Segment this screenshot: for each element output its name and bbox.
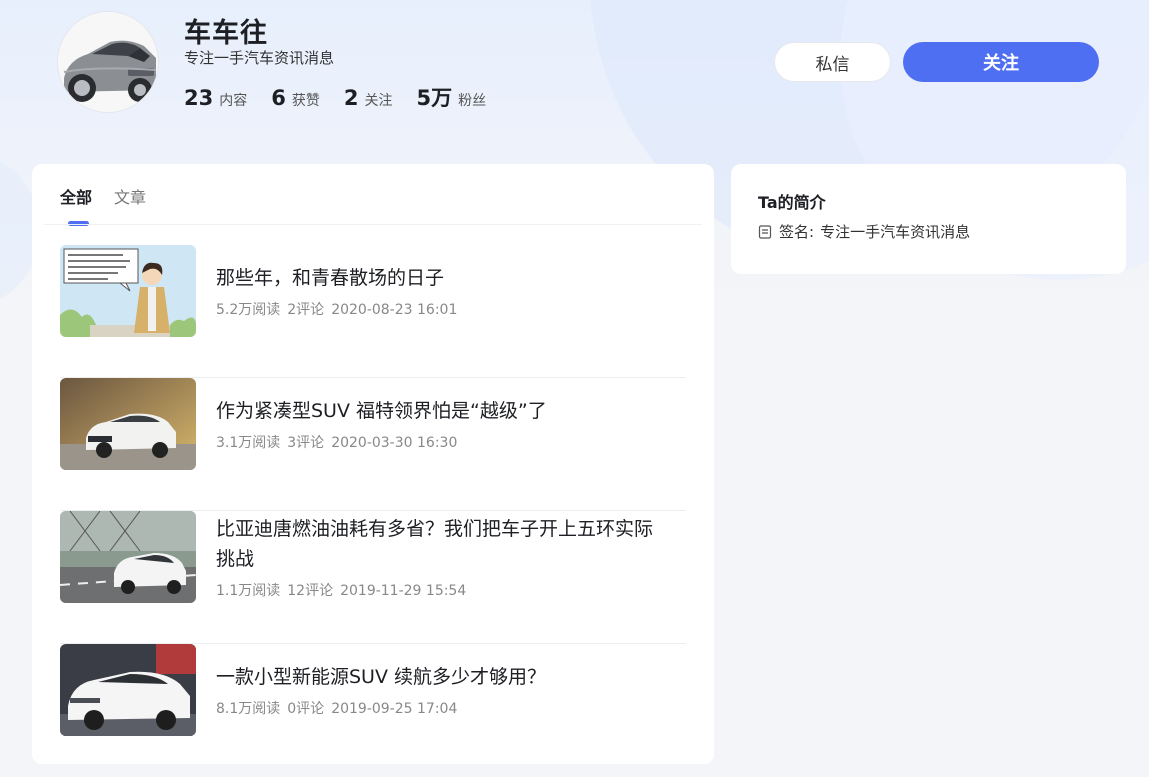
- article-reads: 8.1万阅读: [216, 701, 281, 717]
- article-title[interactable]: 比亚迪唐燃油油耗有多省？我们把车子开上五环实际挑战: [216, 514, 656, 574]
- article-title[interactable]: 作为紧凑型SUV 福特领界怕是“越级”了: [216, 396, 656, 426]
- article-comments: 12评论: [287, 583, 334, 599]
- article-comments: 3评论: [287, 435, 325, 451]
- stat-number: 6: [271, 86, 286, 110]
- profile-slogan: 专注一手汽车资讯消息: [184, 49, 335, 67]
- article-comments: 2评论: [287, 302, 325, 318]
- article-list: 那些年，和青春散场的日子 5.2万阅读 2评论 2020-08-23 16:01: [60, 245, 686, 777]
- article-body: 比亚迪唐燃油油耗有多省？我们把车子开上五环实际挑战 1.1万阅读 12评论 2019…: [216, 511, 656, 603]
- follow-button[interactable]: 关注: [903, 42, 1099, 82]
- article-meta: 1.1万阅读 12评论 2019-11-29 15:54: [216, 580, 656, 600]
- stat-content[interactable]: 23 内容: [184, 86, 247, 110]
- article-date: 2019-09-25 17:04: [331, 701, 458, 717]
- stat-following[interactable]: 2 关注: [344, 86, 393, 110]
- tab-label: 文章: [114, 188, 147, 207]
- ev-suv-thumbnail[interactable]: [60, 644, 196, 736]
- article-item[interactable]: 那些年，和青春散场的日子 5.2万阅读 2评论 2020-08-23 16:01: [60, 245, 686, 378]
- article-item[interactable]: 作为紧凑型SUV 福特领界怕是“越级”了 3.1万阅读 3评论 2020-03-30…: [60, 378, 686, 511]
- article-item[interactable]: 一款小型新能源SUV 续航多少才够用？ 8.1万阅读 0评论 2019-09-25 …: [60, 644, 686, 777]
- car-avatar-image: [58, 12, 158, 112]
- stat-number: 2: [343, 86, 359, 110]
- article-item[interactable]: 比亚迪唐燃油油耗有多省？我们把车子开上五环实际挑战 1.1万阅读 12评论 2019…: [60, 511, 686, 644]
- stat-label: 内容: [219, 93, 248, 109]
- content-tabs: 全部 文章: [60, 184, 168, 226]
- tab-label: 全部: [60, 188, 93, 207]
- stat-label: 获赞: [291, 93, 320, 109]
- article-date: 2019-11-29 15:54: [340, 583, 467, 599]
- avatar[interactable]: [58, 12, 158, 112]
- stat-likes[interactable]: 6 获赞: [271, 86, 320, 110]
- article-meta: 5.2万阅读 2评论 2020-08-23 16:01: [216, 299, 656, 319]
- article-meta: 3.1万阅读 3评论 2020-03-30 16:30: [216, 432, 656, 452]
- article-title[interactable]: 那些年，和青春散场的日子: [216, 263, 656, 293]
- article-reads: 5.2万阅读: [216, 302, 281, 318]
- intro-title: Ta的简介: [758, 193, 826, 212]
- tabs-divider: [44, 224, 702, 225]
- message-button[interactable]: 私信: [774, 42, 891, 82]
- signature-label: 签名:: [779, 223, 815, 241]
- stat-label: 关注: [364, 93, 393, 109]
- intro-signature: 签名: 专注一手汽车资讯消息: [758, 221, 970, 242]
- article-date: 2020-08-23 16:01: [331, 302, 458, 318]
- stat-followers[interactable]: 5万 粉丝: [416, 82, 486, 112]
- suv-road-thumbnail[interactable]: [60, 511, 196, 603]
- tab-articles[interactable]: 文章: [114, 184, 146, 226]
- tab-all[interactable]: 全部: [60, 184, 92, 226]
- profile-name: 车车往: [184, 18, 268, 49]
- article-title[interactable]: 一款小型新能源SUV 续航多少才够用？: [216, 662, 656, 692]
- article-reads: 1.1万阅读: [216, 583, 281, 599]
- article-date: 2020-03-30 16:30: [331, 435, 458, 451]
- document-icon: [758, 224, 772, 239]
- stat-number: 5万: [416, 86, 453, 110]
- intro-card: Ta的简介 签名: 专注一手汽车资讯消息: [731, 164, 1126, 274]
- signature-text: 专注一手汽车资讯消息: [820, 223, 971, 241]
- stat-number: 23: [184, 86, 214, 110]
- article-reads: 3.1万阅读: [216, 435, 281, 451]
- article-meta: 8.1万阅读 0评论 2019-09-25 17:04: [216, 698, 656, 718]
- article-comments: 0评论: [287, 701, 325, 717]
- stat-label: 粉丝: [458, 93, 487, 109]
- article-body: 那些年，和青春散场的日子 5.2万阅读 2评论 2020-08-23 16:01: [216, 245, 656, 337]
- article-list-card: 全部 文章 那些年，和青春散场的日子 5.2万阅读 2评论 2020-08-23…: [32, 164, 714, 764]
- article-body: 一款小型新能源SUV 续航多少才够用？ 8.1万阅读 0评论 2019-09-25 …: [216, 644, 656, 736]
- comic-thumbnail[interactable]: [60, 245, 196, 337]
- article-body: 作为紧凑型SUV 福特领界怕是“越级”了 3.1万阅读 3评论 2020-03-30…: [216, 378, 656, 470]
- suv-thumbnail[interactable]: [60, 378, 196, 470]
- profile-stats: 23 内容 6 获赞 2 关注 5万 粉丝: [184, 82, 510, 112]
